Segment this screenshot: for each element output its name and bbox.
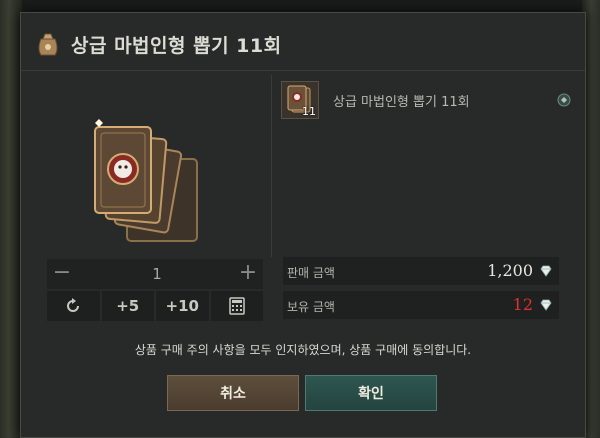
- item-name: 상급 마법인형 뽑기 11회: [333, 95, 470, 110]
- sack-icon: [38, 33, 58, 56]
- dialog-title: 상급 마법인형 뽑기 11회: [71, 35, 282, 57]
- owned-amount-row: 보유 금액 12: [283, 291, 559, 319]
- add-10-button[interactable]: +10: [156, 291, 209, 321]
- refresh-icon: [67, 298, 80, 312]
- diamond-badge-icon[interactable]: [557, 93, 571, 107]
- owned-amount-label: 보유 금액: [287, 300, 335, 314]
- quantity-minus-button[interactable]: −: [47, 259, 77, 289]
- owned-amount-value: 12: [512, 295, 533, 314]
- purchase-agreement-notice: 상품 구매 주의 사항을 모두 인지하였으며, 상품 구매에 동의합니다.: [134, 343, 472, 357]
- panel-divider: [271, 75, 272, 257]
- quantity-shortcuts: +5 +10: [47, 291, 263, 321]
- item-count: 11: [302, 105, 316, 118]
- quantity-stepper: − 1 +: [47, 259, 263, 289]
- item-thumbnail: 11: [281, 81, 319, 119]
- calculator-button[interactable]: [210, 291, 263, 321]
- card-pack-image: [94, 119, 198, 242]
- purchase-dialog: 상급 마법인형 뽑기 11회 11 상급 마법인형 뽑기 11회 − 1 + +…: [20, 12, 586, 438]
- reset-quantity-button[interactable]: [47, 291, 100, 321]
- quantity-plus-button[interactable]: +: [233, 259, 263, 289]
- item-info-row: 11 상급 마법인형 뽑기 11회: [281, 79, 571, 123]
- diamond-icon: [540, 299, 552, 311]
- item-preview-panel: [21, 71, 271, 261]
- diamond-icon: [540, 265, 552, 277]
- cancel-button[interactable]: 취소: [167, 375, 299, 411]
- sale-price-amount: 1,200: [487, 261, 533, 280]
- confirm-button[interactable]: 확인: [305, 375, 437, 411]
- dialog-header: 상급 마법인형 뽑기 11회: [21, 13, 585, 71]
- sale-price-row: 판매 금액 1,200: [283, 257, 559, 285]
- quantity-value[interactable]: 1: [107, 259, 207, 289]
- calculator-icon: [229, 297, 245, 315]
- sale-price-label: 판매 금액: [287, 266, 335, 280]
- add-5-button[interactable]: +5: [101, 291, 154, 321]
- background-left: [0, 0, 22, 438]
